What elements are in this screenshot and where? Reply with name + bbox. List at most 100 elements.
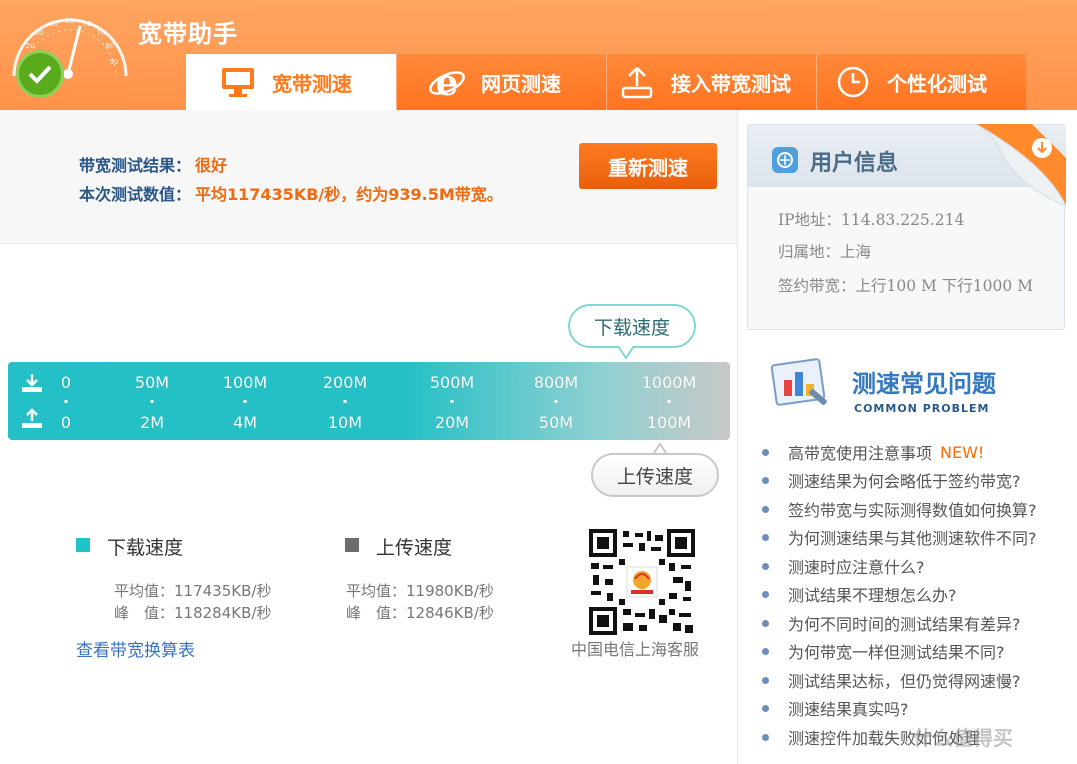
- sidebar-divider: [737, 110, 738, 764]
- faq-subtitle: COMMON PROBLEM: [854, 402, 990, 415]
- faq-item[interactable]: 测速结果为何会略低于签约带宽?: [762, 468, 1021, 492]
- svg-text:80: 80: [106, 42, 115, 50]
- svg-text:20: 20: [26, 42, 35, 50]
- download-tick: 500M: [429, 373, 475, 392]
- upload-tray-icon: [617, 62, 657, 102]
- faq-item[interactable]: 测试结果达标，但仍觉得网速慢?: [762, 668, 1021, 692]
- tick-dot: [667, 400, 671, 403]
- bullet: [762, 590, 769, 598]
- upload-peak: 峰 值：12846KB/秒: [346, 604, 494, 622]
- result-line: 带宽测试结果： 很好: [79, 152, 227, 176]
- svg-text:50: 50: [66, 17, 75, 25]
- faq-item[interactable]: 为何带宽一样但测试结果不同?: [762, 639, 1005, 663]
- measurement-value: 平均117435KB/秒，约为939.5M带宽。: [195, 185, 503, 204]
- faq-item[interactable]: 测速时应注意什么?: [762, 554, 925, 578]
- download-tick: 0: [60, 373, 72, 392]
- bullet: [762, 676, 769, 684]
- result-label: 带宽测试结果：: [79, 156, 192, 175]
- svg-text:30: 30: [35, 29, 44, 37]
- tab-custom-test[interactable]: 个性化测试: [816, 54, 1026, 110]
- faq-chart-icon: [770, 358, 827, 406]
- tab-label: 网页测速: [481, 71, 561, 96]
- user-info-title: 用户信息: [810, 151, 899, 176]
- svg-text:60: 60: [83, 20, 92, 28]
- faq-item-label: 测试结果达标，但仍觉得网速慢?: [788, 672, 1021, 691]
- faq-item-label: 测速结果为何会略低于签约带宽?: [788, 472, 1021, 491]
- main-tabs: 宽带测速 e 网页测速 接入带宽测试 个性化测试: [186, 54, 1026, 110]
- clock-icon: [833, 62, 873, 102]
- download-legend-swatch: [76, 538, 90, 552]
- download-stat-title: 下载速度: [107, 537, 184, 559]
- faq-item-label: 为何带宽一样但测试结果不同?: [788, 643, 1005, 662]
- download-tick: 800M: [533, 373, 579, 392]
- bullet: [762, 505, 769, 513]
- upload-tick: 50M: [538, 413, 574, 432]
- qr-code-icon: [589, 529, 695, 635]
- tick-dot: [450, 400, 454, 403]
- tick-dot: [243, 400, 247, 403]
- faq-item[interactable]: 高带宽使用注意事项 NEW!: [762, 440, 984, 464]
- bullet: [762, 647, 769, 655]
- measurement-label: 本次测试数值：: [79, 185, 192, 204]
- download-tick: 100M: [222, 373, 268, 392]
- tick-dot: [64, 400, 68, 403]
- faq-item-label: 签约带宽与实际测得数值如何换算?: [788, 501, 1037, 520]
- faq-item-label: 高带宽使用注意事项: [788, 444, 933, 463]
- svg-text:90: 90: [110, 58, 119, 66]
- tick-dot: [150, 400, 154, 403]
- upload-tick: 100M: [646, 413, 692, 432]
- faq-item[interactable]: 签约带宽与实际测得数值如何换算?: [762, 497, 1037, 521]
- monitor-icon: [218, 62, 258, 102]
- user-ip: IP地址：114.83.225.214: [778, 211, 965, 229]
- faq-item[interactable]: 测试结果不理想怎么办?: [762, 582, 957, 606]
- svg-text:e: e: [436, 62, 459, 102]
- app-title: 宽带助手: [138, 20, 238, 48]
- qr-caption: 中国电信上海客服: [571, 640, 700, 659]
- bandwidth-conversion-link[interactable]: 查看带宽换算表: [76, 636, 195, 661]
- new-badge: NEW!: [940, 442, 985, 462]
- upload-tick: 0: [60, 413, 72, 432]
- retest-button[interactable]: 重新测速: [579, 143, 717, 189]
- tick-dot: [343, 400, 347, 403]
- faq-item-label: 为何不同时间的测试结果有差异?: [788, 615, 1021, 634]
- svg-text:40: 40: [49, 20, 58, 28]
- faq-item-label: 为何测速结果与其他测速软件不同?: [788, 529, 1037, 548]
- faq-item[interactable]: 为何不同时间的测试结果有差异?: [762, 611, 1021, 635]
- tab-label: 接入带宽测试: [671, 71, 791, 96]
- watermark: 什么值得买: [913, 726, 1013, 750]
- faq-item-label: 测速结果真实吗?: [788, 700, 909, 719]
- tab-label: 个性化测试: [887, 71, 987, 96]
- upload-stat-title: 上传速度: [376, 537, 453, 559]
- upload-tick: 10M: [327, 413, 363, 432]
- upload-icon: [22, 408, 42, 428]
- ie-browser-icon: e: [427, 62, 467, 102]
- bubble-pointer: [617, 346, 635, 360]
- faq-item-label: 测试结果不理想怎么办?: [788, 586, 957, 605]
- speed-scale-bar: 0 50M 100M 200M 500M 800M 1000M 0 2M 4M …: [8, 362, 730, 440]
- download-icon: [22, 374, 42, 392]
- app-header: 10 20 30 40 50 60 70 80 90 宽带助手 宽带测速 e 网…: [0, 0, 1077, 110]
- page-curl-download-icon[interactable]: [976, 124, 1066, 206]
- tab-broadband-speed[interactable]: 宽带测速: [186, 54, 396, 110]
- tab-label: 宽带测速: [272, 71, 352, 96]
- download-tick: 200M: [322, 373, 368, 392]
- faq-item[interactable]: 测速结果真实吗?: [762, 696, 909, 720]
- measurement-line: 本次测试数值： 平均117435KB/秒，约为939.5M带宽。: [79, 181, 503, 205]
- tab-webpage-speed[interactable]: e 网页测速: [396, 54, 606, 110]
- upload-avg: 平均值：11980KB/秒: [346, 582, 494, 600]
- bullet: [762, 704, 769, 712]
- bullet: [762, 476, 769, 484]
- faq-item[interactable]: 为何测速结果与其他测速软件不同?: [762, 525, 1037, 549]
- bullet: [762, 448, 769, 456]
- user-location: 归属地：上海: [778, 243, 872, 261]
- download-peak: 峰 值：118284KB/秒: [114, 604, 272, 622]
- bullet: [762, 619, 769, 627]
- svg-text:70: 70: [97, 29, 106, 37]
- download-tick: 1000M: [641, 373, 697, 392]
- upload-legend-swatch: [345, 538, 359, 552]
- download-tick: 50M: [134, 373, 170, 392]
- tab-access-bandwidth[interactable]: 接入带宽测试: [606, 54, 816, 110]
- bullet: [762, 533, 769, 541]
- bullet: [762, 733, 769, 741]
- upload-tick: 4M: [233, 413, 257, 432]
